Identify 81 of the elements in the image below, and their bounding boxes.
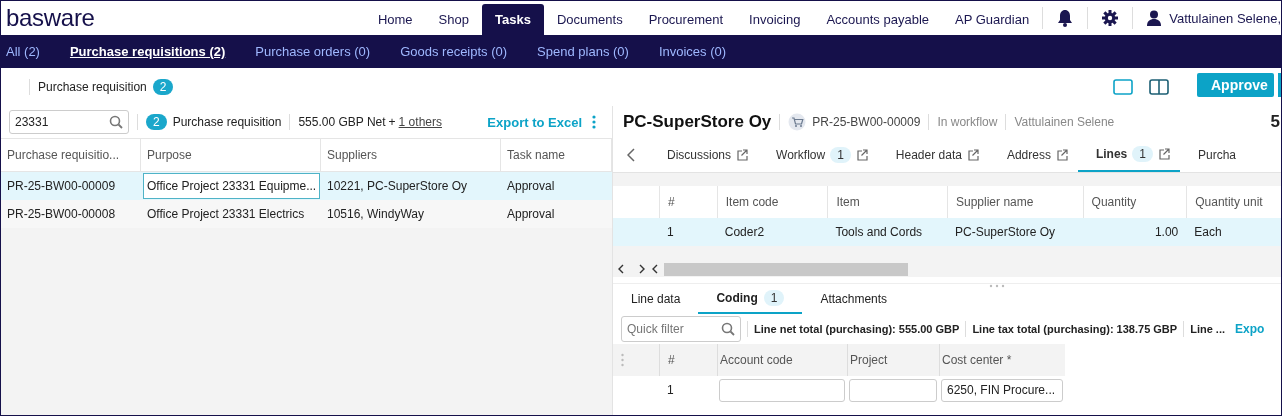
detail-tab[interactable]: Attachments — [802, 284, 906, 314]
table-row[interactable]: 1 Coder2 Tools and Cords PC-SuperStore Oy 1.00 Each — [613, 218, 1281, 246]
table-cell: Office Project 23331 Equipme... — [143, 173, 321, 199]
detail-tab[interactable]: Discussions — [649, 138, 759, 172]
table-cell: Approval — [507, 207, 555, 221]
search-field[interactable]: 23331 — [9, 110, 129, 134]
document-id: PR-25-BW00-00009 — [812, 115, 921, 129]
detail-tab[interactable]: Workflow 1 — [758, 138, 878, 172]
column-header[interactable]: Task name — [501, 139, 612, 171]
count-badge: 2 — [152, 79, 174, 95]
detail-tab[interactable]: Header data — [877, 138, 989, 172]
count-badge: 2 — [146, 114, 167, 130]
table-cell: 10516, WindyWay — [327, 207, 424, 221]
input-field[interactable] — [849, 378, 937, 402]
chevron-left-icon[interactable] — [651, 264, 659, 274]
count-badge: 1 — [763, 290, 785, 306]
table-cell: Tools and Cords — [835, 225, 923, 239]
plus-sign: + — [388, 115, 396, 129]
search-icon — [109, 115, 123, 129]
table-row[interactable]: PR-25-BW00-00009 Office Project 23331 Equipme... 10221, PC-SuperStore Oy Approval — [1, 172, 612, 200]
others-link[interactable]: 1 others — [398, 115, 442, 129]
table-cell: 1 — [667, 383, 674, 397]
table-row[interactable]: PR-25-BW00-00008 Office Project 23331 Electrics 10516, WindyWay Approval — [1, 200, 612, 228]
nav-tab[interactable]: Shop — [425, 4, 482, 35]
detail-tab[interactable]: Line data — [613, 284, 699, 314]
amount-text: 5 — [1270, 112, 1280, 132]
more-icon[interactable] — [592, 115, 596, 129]
column-header[interactable]: Suppliers — [321, 139, 501, 171]
table-cell: Office Project 23331 Electrics — [147, 207, 305, 221]
table-cell: Coder2 — [724, 225, 765, 239]
search-icon — [721, 322, 735, 336]
category-tab[interactable]: Goods receipts (0) — [400, 44, 508, 59]
column-header[interactable]: Purpose — [141, 139, 321, 171]
total-text: Line tax total (purchasing): 138.75 GBP — [972, 323, 1178, 335]
detail-tab[interactable]: Coding 1 — [698, 284, 803, 314]
chevron-left-icon[interactable] — [617, 264, 625, 274]
drag-handle-icon[interactable] — [989, 284, 1005, 288]
status-text: In workflow — [937, 115, 998, 129]
table-cell: 1 — [666, 225, 674, 239]
page-title: Purchase requisition — [38, 80, 147, 94]
total-text: Line net total (purchasing): 555.00 GBP — [754, 323, 960, 335]
nav-tab[interactable]: Documents — [543, 4, 636, 35]
result-label: Purchase requisition — [172, 115, 282, 129]
table-cell: Each — [1194, 225, 1222, 239]
count-badge: 1 — [830, 147, 851, 163]
input-field[interactable] — [719, 378, 845, 402]
filter-field[interactable]: Quick filter — [621, 316, 741, 342]
single-panel-icon[interactable] — [1113, 79, 1133, 95]
count-badge: 1 — [1132, 146, 1153, 162]
chevron-right-icon[interactable] — [638, 264, 646, 274]
table-cell: 10221, PC-SuperStore Oy — [327, 179, 468, 193]
owner-name: Vattulainen Selene — [1014, 115, 1115, 129]
nav-tab[interactable]: AP Guardian — [942, 4, 1043, 35]
category-tab[interactable]: Spend plans (0) — [537, 44, 629, 59]
category-tab[interactable]: Invoices (0) — [658, 44, 727, 59]
total-text: Line ... — [1190, 323, 1225, 335]
drag-handle-icon[interactable] — [621, 353, 624, 367]
nav-tab[interactable]: Accounts payable — [813, 4, 942, 35]
table-cell: PC-SuperStore Oy — [955, 225, 1056, 239]
table-cell: PR-25-BW00-00008 — [7, 207, 116, 221]
user-name[interactable]: Vattulainen Selene, — [1161, 1, 1281, 35]
split-panel-icon[interactable] — [1149, 79, 1169, 95]
column-header[interactable]: Purchase requisitio... — [1, 139, 141, 171]
table-cell: Approval — [507, 179, 555, 193]
detail-tab[interactable]: Purcha — [1179, 138, 1246, 172]
nav-tab[interactable]: Tasks — [482, 4, 544, 35]
nav-tab[interactable]: Procurement — [635, 4, 737, 35]
input-field[interactable]: 6250, FIN Procure... — [941, 378, 1063, 402]
net-total: 555.00 GBP Net — [298, 115, 386, 129]
cart-icon — [788, 113, 807, 131]
category-tab[interactable]: All (2) — [6, 44, 40, 59]
nav-tab[interactable]: Invoicing — [736, 4, 814, 35]
table-cell: 1.00 — [1154, 225, 1179, 239]
supplier-title: PC-SuperStore Oy — [623, 112, 772, 132]
nav-tab[interactable]: Home — [364, 4, 426, 35]
basware-logo[interactable]: basware — [1, 1, 336, 35]
category-tab[interactable]: Purchase orders (0) — [255, 44, 371, 59]
scrollbar-thumb[interactable] — [664, 262, 908, 276]
table-cell: PR-25-BW00-00009 — [7, 179, 116, 193]
detail-tab[interactable]: Address — [988, 138, 1078, 172]
category-tab[interactable]: Purchase requisitions (2) — [69, 44, 226, 59]
